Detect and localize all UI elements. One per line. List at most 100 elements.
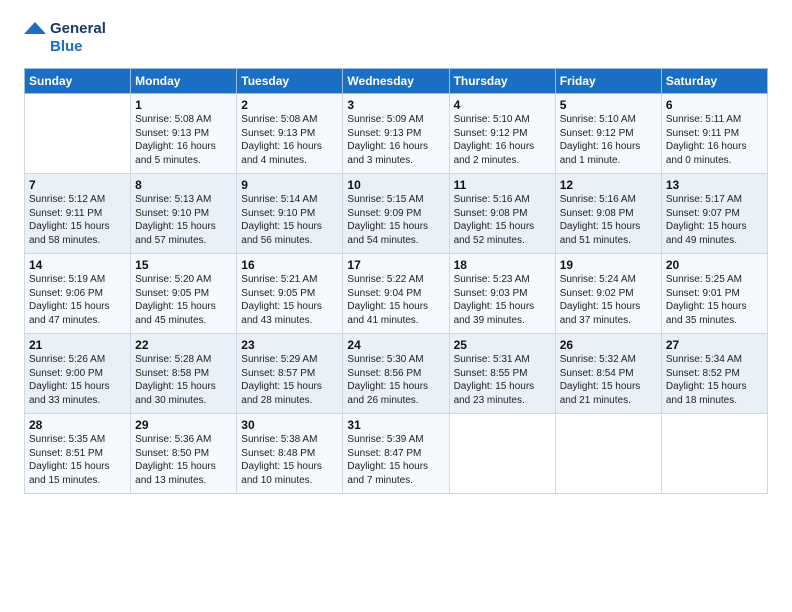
- day-info: Sunrise: 5:10 AMSunset: 9:12 PMDaylight:…: [560, 113, 657, 167]
- day-info: Sunrise: 5:38 AMSunset: 8:48 PMDaylight:…: [241, 433, 338, 487]
- calendar-week-row: 1 Sunrise: 5:08 AMSunset: 9:13 PMDaylight…: [25, 94, 768, 174]
- day-number: 9: [241, 178, 338, 192]
- day-info: Sunrise: 5:25 AMSunset: 9:01 PMDaylight:…: [666, 273, 763, 327]
- day-number: 1: [135, 98, 232, 112]
- calendar-day-cell: 11Sunrise: 5:16 AMSunset: 9:08 PMDayligh…: [449, 174, 555, 254]
- weekday-header: Tuesday: [237, 69, 343, 94]
- day-number: 26: [560, 338, 657, 352]
- day-number: 24: [347, 338, 444, 352]
- day-info: Sunrise: 5:16 AMSunset: 9:08 PMDaylight:…: [454, 193, 551, 247]
- calendar-day-cell: 18Sunrise: 5:23 AMSunset: 9:03 PMDayligh…: [449, 254, 555, 334]
- weekday-header: Wednesday: [343, 69, 449, 94]
- day-info: Sunrise: 5:09 AMSunset: 9:13 PMDaylight:…: [347, 113, 444, 167]
- day-info: Sunrise: 5:30 AMSunset: 8:56 PMDaylight:…: [347, 353, 444, 407]
- day-number: 19: [560, 258, 657, 272]
- day-number: 4: [454, 98, 551, 112]
- day-info: Sunrise: 5:21 AMSunset: 9:05 PMDaylight:…: [241, 273, 338, 327]
- calendar-day-cell: 31Sunrise: 5:39 AMSunset: 8:47 PMDayligh…: [343, 414, 449, 494]
- day-number: 16: [241, 258, 338, 272]
- calendar-week-row: 21Sunrise: 5:26 AMSunset: 9:00 PMDayligh…: [25, 334, 768, 414]
- calendar-day-cell: 2Sunrise: 5:08 AMSunset: 9:13 PMDaylight…: [237, 94, 343, 174]
- calendar-day-cell: 30Sunrise: 5:38 AMSunset: 8:48 PMDayligh…: [237, 414, 343, 494]
- day-number: 30: [241, 418, 338, 432]
- day-number: 21: [29, 338, 126, 352]
- calendar-day-cell: 17Sunrise: 5:22 AMSunset: 9:04 PMDayligh…: [343, 254, 449, 334]
- calendar-day-cell: 23Sunrise: 5:29 AMSunset: 8:57 PMDayligh…: [237, 334, 343, 414]
- calendar-day-cell: [661, 414, 767, 494]
- weekday-header: Friday: [555, 69, 661, 94]
- calendar-day-cell: [449, 414, 555, 494]
- calendar-day-cell: 1Sunrise: 5:08 AMSunset: 9:13 PMDaylight…: [131, 94, 237, 174]
- calendar-day-cell: 6Sunrise: 5:11 AMSunset: 9:11 PMDaylight…: [661, 94, 767, 174]
- logo-blue: Blue: [50, 38, 106, 56]
- calendar-day-cell: 3Sunrise: 5:09 AMSunset: 9:13 PMDaylight…: [343, 94, 449, 174]
- calendar-day-cell: 20Sunrise: 5:25 AMSunset: 9:01 PMDayligh…: [661, 254, 767, 334]
- header: General Blue: [24, 20, 768, 56]
- day-number: 15: [135, 258, 232, 272]
- day-number: 6: [666, 98, 763, 112]
- weekday-header: Saturday: [661, 69, 767, 94]
- calendar-day-cell: 13Sunrise: 5:17 AMSunset: 9:07 PMDayligh…: [661, 174, 767, 254]
- day-number: 28: [29, 418, 126, 432]
- day-number: 3: [347, 98, 444, 112]
- day-number: 20: [666, 258, 763, 272]
- weekday-header: Sunday: [25, 69, 131, 94]
- day-info: Sunrise: 5:23 AMSunset: 9:03 PMDaylight:…: [454, 273, 551, 327]
- calendar-header-row: SundayMondayTuesdayWednesdayThursdayFrid…: [25, 69, 768, 94]
- calendar-day-cell: 14Sunrise: 5:19 AMSunset: 9:06 PMDayligh…: [25, 254, 131, 334]
- calendar-day-cell: 9Sunrise: 5:14 AMSunset: 9:10 PMDaylight…: [237, 174, 343, 254]
- day-number: 23: [241, 338, 338, 352]
- calendar-day-cell: 15Sunrise: 5:20 AMSunset: 9:05 PMDayligh…: [131, 254, 237, 334]
- day-info: Sunrise: 5:16 AMSunset: 9:08 PMDaylight:…: [560, 193, 657, 247]
- day-info: Sunrise: 5:24 AMSunset: 9:02 PMDaylight:…: [560, 273, 657, 327]
- weekday-header: Thursday: [449, 69, 555, 94]
- calendar-week-row: 28Sunrise: 5:35 AMSunset: 8:51 PMDayligh…: [25, 414, 768, 494]
- page: General Blue SundayMondayTuesdayWednesda…: [0, 0, 792, 612]
- calendar-day-cell: 7Sunrise: 5:12 AMSunset: 9:11 PMDaylight…: [25, 174, 131, 254]
- day-number: 8: [135, 178, 232, 192]
- day-info: Sunrise: 5:20 AMSunset: 9:05 PMDaylight:…: [135, 273, 232, 327]
- weekday-header: Monday: [131, 69, 237, 94]
- day-info: Sunrise: 5:19 AMSunset: 9:06 PMDaylight:…: [29, 273, 126, 327]
- day-number: 12: [560, 178, 657, 192]
- day-number: 14: [29, 258, 126, 272]
- calendar-day-cell: 28Sunrise: 5:35 AMSunset: 8:51 PMDayligh…: [25, 414, 131, 494]
- calendar-day-cell: 10Sunrise: 5:15 AMSunset: 9:09 PMDayligh…: [343, 174, 449, 254]
- day-info: Sunrise: 5:34 AMSunset: 8:52 PMDaylight:…: [666, 353, 763, 407]
- day-info: Sunrise: 5:36 AMSunset: 8:50 PMDaylight:…: [135, 433, 232, 487]
- calendar-day-cell: 4Sunrise: 5:10 AMSunset: 9:12 PMDaylight…: [449, 94, 555, 174]
- day-info: Sunrise: 5:28 AMSunset: 8:58 PMDaylight:…: [135, 353, 232, 407]
- day-info: Sunrise: 5:39 AMSunset: 8:47 PMDaylight:…: [347, 433, 444, 487]
- day-info: Sunrise: 5:29 AMSunset: 8:57 PMDaylight:…: [241, 353, 338, 407]
- calendar-day-cell: 24Sunrise: 5:30 AMSunset: 8:56 PMDayligh…: [343, 334, 449, 414]
- day-number: 7: [29, 178, 126, 192]
- day-number: 25: [454, 338, 551, 352]
- calendar-day-cell: [555, 414, 661, 494]
- day-info: Sunrise: 5:13 AMSunset: 9:10 PMDaylight:…: [135, 193, 232, 247]
- calendar-day-cell: 12Sunrise: 5:16 AMSunset: 9:08 PMDayligh…: [555, 174, 661, 254]
- calendar-day-cell: 8Sunrise: 5:13 AMSunset: 9:10 PMDaylight…: [131, 174, 237, 254]
- day-number: 11: [454, 178, 551, 192]
- day-number: 5: [560, 98, 657, 112]
- day-number: 27: [666, 338, 763, 352]
- calendar-day-cell: 25Sunrise: 5:31 AMSunset: 8:55 PMDayligh…: [449, 334, 555, 414]
- day-info: Sunrise: 5:08 AMSunset: 9:13 PMDaylight:…: [241, 113, 338, 167]
- calendar-table: SundayMondayTuesdayWednesdayThursdayFrid…: [24, 68, 768, 494]
- day-info: Sunrise: 5:31 AMSunset: 8:55 PMDaylight:…: [454, 353, 551, 407]
- calendar-day-cell: 29Sunrise: 5:36 AMSunset: 8:50 PMDayligh…: [131, 414, 237, 494]
- calendar-week-row: 7Sunrise: 5:12 AMSunset: 9:11 PMDaylight…: [25, 174, 768, 254]
- day-info: Sunrise: 5:10 AMSunset: 9:12 PMDaylight:…: [454, 113, 551, 167]
- day-number: 29: [135, 418, 232, 432]
- day-number: 31: [347, 418, 444, 432]
- calendar-day-cell: [25, 94, 131, 174]
- logo-triangle-icon: [24, 20, 46, 56]
- day-info: Sunrise: 5:22 AMSunset: 9:04 PMDaylight:…: [347, 273, 444, 327]
- day-number: 10: [347, 178, 444, 192]
- calendar-day-cell: 27Sunrise: 5:34 AMSunset: 8:52 PMDayligh…: [661, 334, 767, 414]
- day-info: Sunrise: 5:32 AMSunset: 8:54 PMDaylight:…: [560, 353, 657, 407]
- calendar-week-row: 14Sunrise: 5:19 AMSunset: 9:06 PMDayligh…: [25, 254, 768, 334]
- day-info: Sunrise: 5:11 AMSunset: 9:11 PMDaylight:…: [666, 113, 763, 167]
- calendar-day-cell: 5Sunrise: 5:10 AMSunset: 9:12 PMDaylight…: [555, 94, 661, 174]
- calendar-day-cell: 26Sunrise: 5:32 AMSunset: 8:54 PMDayligh…: [555, 334, 661, 414]
- day-info: Sunrise: 5:14 AMSunset: 9:10 PMDaylight:…: [241, 193, 338, 247]
